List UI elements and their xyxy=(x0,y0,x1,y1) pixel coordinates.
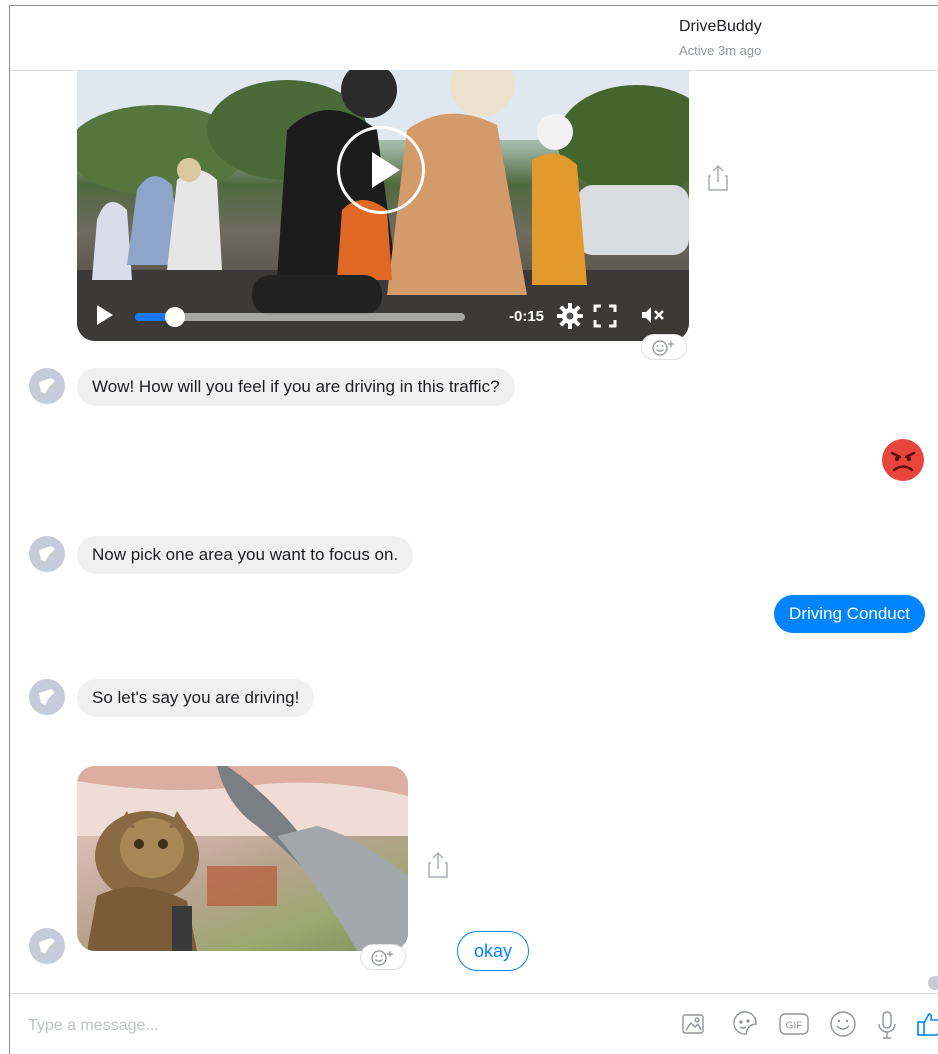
sticker-icon[interactable] xyxy=(730,1010,760,1038)
cat-driving-image xyxy=(77,766,408,951)
emoji-icon[interactable] xyxy=(828,1010,858,1038)
play-icon xyxy=(372,152,400,188)
svg-text:GIF: GIF xyxy=(786,1021,803,1032)
share-icon[interactable] xyxy=(427,851,449,879)
active-status: Active 3m ago xyxy=(679,43,762,58)
like-icon[interactable] xyxy=(916,1010,938,1038)
angry-face-emoji-icon[interactable] xyxy=(881,438,925,482)
scroll-to-bottom-button[interactable] xyxy=(928,976,938,990)
bot-avatar[interactable] xyxy=(29,928,65,964)
video-progress-knob[interactable] xyxy=(164,307,185,327)
message-composer: GIF xyxy=(10,993,938,1054)
video-controls: -0:15 xyxy=(77,291,689,341)
conversation-header: DriveBuddy Active 3m ago xyxy=(10,6,938,71)
bot-avatar[interactable] xyxy=(29,679,65,715)
time-remaining: -0:15 xyxy=(509,308,545,325)
video-progress-bar[interactable] xyxy=(135,307,465,327)
outgoing-message[interactable]: Driving Conduct xyxy=(774,595,925,633)
incoming-message[interactable]: So let's say you are driving! xyxy=(77,679,315,717)
smiley-plus-icon xyxy=(652,340,674,356)
smiley-plus-icon xyxy=(371,950,393,966)
bot-avatar[interactable] xyxy=(29,536,65,572)
contact-name[interactable]: DriveBuddy xyxy=(679,18,762,36)
settings-gear-icon[interactable] xyxy=(557,303,583,329)
message-input[interactable] xyxy=(26,1010,650,1042)
photo-icon[interactable] xyxy=(680,1010,708,1038)
play-overlay-button[interactable] xyxy=(337,126,425,214)
quick-reply-okay-button[interactable]: okay xyxy=(457,931,530,971)
bot-logo-icon xyxy=(39,546,55,562)
gif-icon[interactable]: GIF xyxy=(778,1010,810,1038)
microphone-icon[interactable] xyxy=(876,1010,898,1040)
mute-icon[interactable] xyxy=(640,305,666,325)
share-icon[interactable] xyxy=(707,164,729,192)
add-reaction-button[interactable] xyxy=(360,944,406,970)
messenger-window: DriveBuddy Active 3m ago -0:15 Wow! How … xyxy=(9,5,938,1054)
video-message[interactable]: -0:15 xyxy=(77,70,689,341)
bot-logo-icon xyxy=(39,689,55,705)
bot-logo-icon xyxy=(39,938,55,954)
incoming-message[interactable]: Wow! How will you feel if you are drivin… xyxy=(77,368,515,406)
incoming-message[interactable]: Now pick one area you want to focus on. xyxy=(77,536,414,574)
gif-message[interactable] xyxy=(77,766,408,951)
bot-logo-icon xyxy=(39,378,55,394)
fullscreen-icon[interactable] xyxy=(593,304,617,328)
play-control-icon[interactable] xyxy=(95,303,115,327)
add-reaction-button[interactable] xyxy=(641,334,687,360)
bot-avatar[interactable] xyxy=(29,368,65,404)
